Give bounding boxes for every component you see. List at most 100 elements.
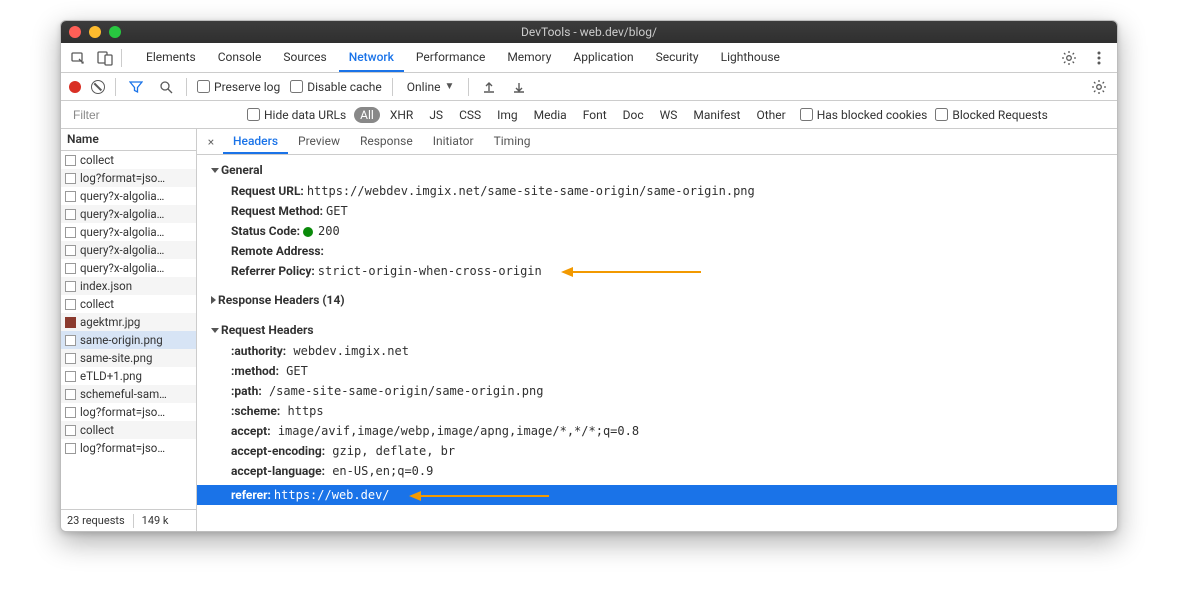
request-name: query?x-algolia… [80, 225, 164, 239]
type-filter-js[interactable]: JS [423, 107, 449, 123]
network-settings-icon[interactable] [1089, 77, 1109, 97]
referrer-policy-label: Referrer Policy: [231, 264, 315, 278]
header-row: :authority: webdev.imgix.net [211, 341, 1107, 361]
detail-tab-initiator[interactable]: Initiator [423, 130, 484, 154]
referer-header-row[interactable]: referer: https://web.dev/ [197, 485, 1117, 505]
tab-network[interactable]: Network [339, 44, 404, 72]
request-row[interactable]: log?format=jso… [61, 403, 196, 421]
throttle-select[interactable]: Online ▼ [403, 80, 459, 94]
type-filter-doc[interactable]: Doc [617, 107, 650, 123]
header-value: https [280, 404, 323, 418]
type-filter-all[interactable]: All [354, 107, 380, 123]
request-row[interactable]: query?x-algolia… [61, 205, 196, 223]
request-row[interactable]: index.json [61, 277, 196, 295]
preserve-log-checkbox[interactable]: Preserve log [197, 80, 280, 94]
search-icon[interactable] [156, 77, 176, 97]
detail-tab-response[interactable]: Response [350, 130, 423, 154]
record-icon[interactable] [69, 81, 81, 93]
more-icon[interactable] [1089, 48, 1109, 68]
file-icon [65, 191, 76, 202]
divider [115, 78, 116, 96]
request-row[interactable]: query?x-algolia… [61, 223, 196, 241]
type-filter-other[interactable]: Other [750, 107, 791, 123]
has-blocked-cookies-checkbox[interactable]: Has blocked cookies [800, 108, 928, 122]
detail-body: General Request URL: https://webdev.imgi… [197, 155, 1117, 531]
type-filter-ws[interactable]: WS [654, 107, 684, 123]
request-row[interactable]: query?x-algolia… [61, 259, 196, 277]
annotation-arrow-icon [561, 267, 701, 277]
header-key: accept: [231, 424, 271, 438]
header-key: :method: [231, 364, 279, 378]
type-filter-img[interactable]: Img [491, 107, 524, 123]
requests-footer: 23 requests 149 k [61, 509, 196, 531]
name-column-header[interactable]: Name [61, 129, 196, 151]
request-row[interactable]: same-site.png [61, 349, 196, 367]
request-row[interactable]: agektmr.jpg [61, 313, 196, 331]
upload-har-icon[interactable] [479, 77, 499, 97]
general-section-title[interactable]: General [211, 159, 1107, 181]
tab-security[interactable]: Security [646, 44, 709, 72]
request-row[interactable]: collect [61, 151, 196, 169]
filter-input[interactable] [69, 106, 239, 124]
request-row[interactable]: log?format=jso… [61, 439, 196, 457]
request-row[interactable]: same-origin.png [61, 331, 196, 349]
file-icon [65, 389, 76, 400]
header-key: :path: [231, 384, 262, 398]
file-icon [65, 371, 76, 382]
request-row[interactable]: collect [61, 421, 196, 439]
filter-toggle-icon[interactable] [126, 77, 146, 97]
type-filter-media[interactable]: Media [528, 107, 573, 123]
divider [468, 78, 469, 96]
tab-lighthouse[interactable]: Lighthouse [711, 44, 790, 72]
header-key: :scheme: [231, 404, 280, 418]
header-row: accept-encoding: gzip, deflate, br [211, 441, 1107, 461]
request-row[interactable]: query?x-algolia… [61, 241, 196, 259]
remote-address-label: Remote Address: [231, 244, 324, 258]
file-icon [65, 281, 76, 292]
request-headers-label: Request Headers [221, 323, 314, 337]
type-filter-css[interactable]: CSS [453, 107, 487, 123]
download-har-icon[interactable] [509, 77, 529, 97]
header-value: en-US,en;q=0.9 [325, 464, 433, 478]
request-headers-title[interactable]: Request Headers [211, 319, 1107, 341]
inspect-icon[interactable] [69, 48, 89, 68]
tab-memory[interactable]: Memory [497, 44, 561, 72]
type-filter-font[interactable]: Font [577, 107, 613, 123]
header-row: :method: GET [211, 361, 1107, 381]
request-row[interactable]: eTLD+1.png [61, 367, 196, 385]
type-filter-xhr[interactable]: XHR [384, 107, 419, 123]
request-name: query?x-algolia… [80, 261, 164, 275]
file-icon [65, 299, 76, 310]
filter-toolbar: Hide data URLs AllXHRJSCSSImgMediaFontDo… [61, 101, 1117, 129]
devtools-window: DevTools - web.dev/blog/ ElementsConsole… [60, 20, 1118, 532]
request-row[interactable]: schemeful-sam… [61, 385, 196, 403]
divider [186, 78, 187, 96]
header-value: /same-site-same-origin/same-origin.png [262, 384, 544, 398]
response-headers-title[interactable]: Response Headers (14) [211, 289, 1107, 311]
tab-application[interactable]: Application [563, 44, 643, 72]
disable-cache-checkbox[interactable]: Disable cache [290, 80, 382, 94]
settings-icon[interactable] [1059, 48, 1079, 68]
disable-cache-label: Disable cache [307, 80, 382, 94]
detail-tab-preview[interactable]: Preview [288, 130, 350, 154]
request-row[interactable]: log?format=jso… [61, 169, 196, 187]
hide-data-urls-checkbox[interactable]: Hide data URLs [247, 108, 346, 122]
type-filter-manifest[interactable]: Manifest [687, 107, 746, 123]
request-row[interactable]: query?x-algolia… [61, 187, 196, 205]
tab-performance[interactable]: Performance [406, 44, 495, 72]
requests-list: collectlog?format=jso…query?x-algolia…qu… [61, 151, 196, 509]
request-row[interactable]: collect [61, 295, 196, 313]
tab-sources[interactable]: Sources [273, 44, 336, 72]
close-detail-icon[interactable]: × [201, 135, 221, 149]
detail-tab-timing[interactable]: Timing [484, 130, 541, 154]
blocked-requests-checkbox[interactable]: Blocked Requests [935, 108, 1047, 122]
request-url-value: https://webdev.imgix.net/same-site-same-… [307, 184, 755, 198]
titlebar: DevTools - web.dev/blog/ [61, 21, 1117, 43]
file-icon [65, 209, 76, 220]
clear-icon[interactable] [91, 80, 105, 94]
tab-console[interactable]: Console [208, 44, 272, 72]
device-toggle-icon[interactable] [95, 48, 115, 68]
request-name: index.json [80, 279, 132, 293]
tab-elements[interactable]: Elements [136, 44, 206, 72]
detail-tab-headers[interactable]: Headers [223, 130, 288, 154]
